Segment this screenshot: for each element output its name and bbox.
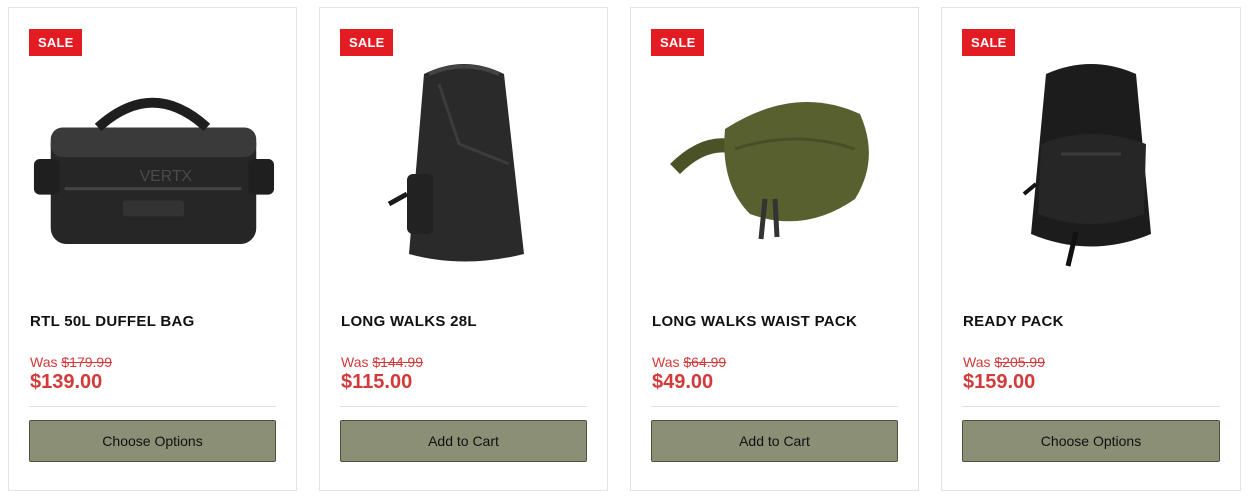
original-price: $205.99 (994, 354, 1045, 370)
sale-price: $159.00 (963, 371, 1036, 393)
sale-badge: SALE (29, 29, 83, 56)
product-image[interactable] (340, 54, 587, 274)
was-price: Was $179.99 (30, 354, 112, 370)
was-price: Was $205.99 (963, 354, 1045, 370)
was-label: Was (30, 354, 58, 370)
sale-badge: SALE (340, 29, 394, 56)
backpack-icon (1022, 64, 1151, 267)
divider (29, 406, 276, 407)
duffel-bag-icon: VERTX (33, 97, 275, 245)
original-price: $144.99 (372, 354, 423, 370)
sale-price: $115.00 (341, 371, 413, 393)
original-price: $64.99 (683, 354, 727, 370)
sale-price: $139.00 (30, 371, 103, 393)
sale-badge: SALE (962, 29, 1016, 56)
was-label: Was (652, 354, 680, 370)
product-title[interactable]: LONG WALKS 28L (341, 313, 477, 330)
product-grid: SALE VERTX RTL 50L DUFFEL BAG Was $179.9… (0, 0, 1250, 500)
choose-options-button[interactable]: Choose Options (29, 420, 276, 462)
product-title[interactable]: READY PACK (963, 313, 1064, 330)
svg-text:VERTX: VERTX (140, 168, 193, 185)
sale-badge: SALE (651, 29, 705, 56)
product-image[interactable]: VERTX (29, 54, 276, 274)
product-title[interactable]: RTL 50L DUFFEL BAG (30, 313, 195, 330)
was-price: Was $64.99 (652, 354, 726, 370)
product-image[interactable] (651, 54, 898, 274)
product-card[interactable]: SALE READY PACK Was $205.99 $159.00 Choo… (941, 7, 1241, 491)
product-card[interactable]: SALE VERTX RTL 50L DUFFEL BAG Was $179.9… (8, 7, 297, 491)
product-card[interactable]: SALE LONG WALKS WAIST PACK Was $64.99 $4… (630, 7, 919, 491)
add-to-cart-button[interactable]: Add to Cart (651, 420, 898, 462)
original-price: $179.99 (61, 354, 112, 370)
product-card[interactable]: SALE LONG WALKS 28L Was $144.99 $115.00 … (319, 7, 608, 491)
was-label: Was (963, 354, 991, 370)
sale-price: $49.00 (652, 371, 714, 393)
product-title[interactable]: LONG WALKS WAIST PACK (652, 313, 857, 330)
was-price: Was $144.99 (341, 354, 423, 370)
was-label: Was (341, 354, 369, 370)
divider (651, 406, 898, 407)
add-to-cart-button[interactable]: Add to Cart (340, 420, 587, 462)
divider (340, 406, 587, 407)
choose-options-button[interactable]: Choose Options (962, 420, 1220, 462)
product-image[interactable] (962, 54, 1220, 274)
backpack-icon (387, 64, 524, 262)
divider (962, 406, 1220, 407)
waist-pack-icon (669, 102, 869, 240)
